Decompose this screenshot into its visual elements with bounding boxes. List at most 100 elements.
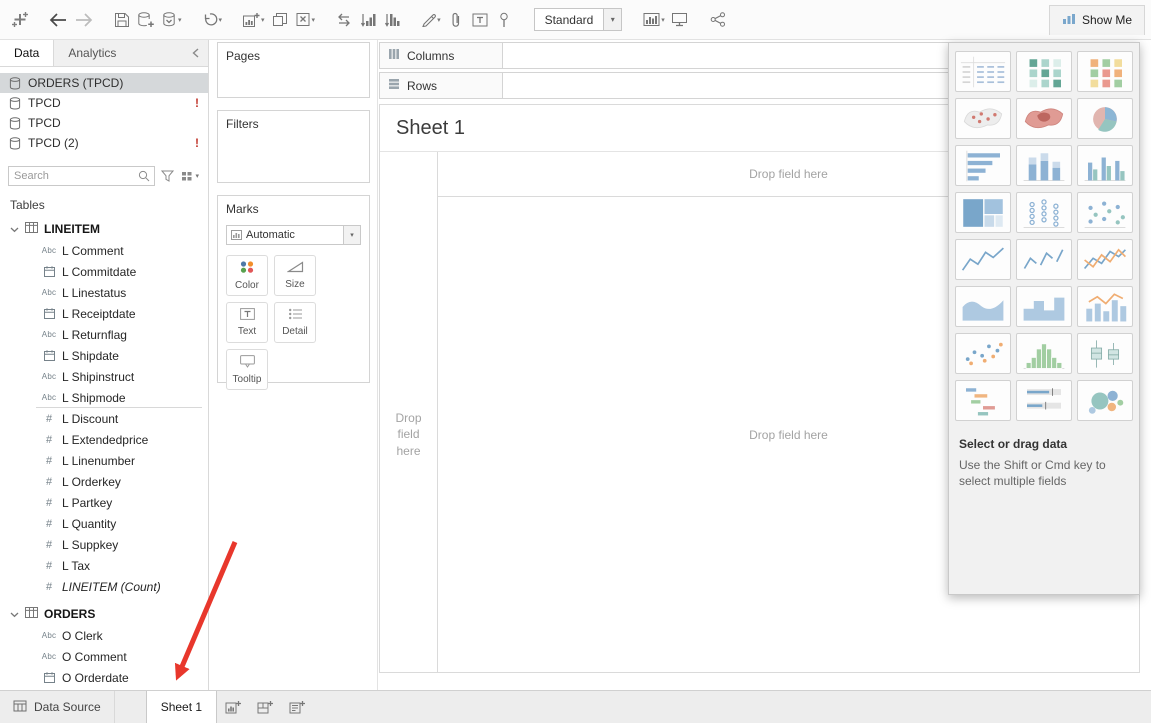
showme-bullet-graph[interactable] bbox=[1016, 380, 1072, 421]
tableau-logo-icon[interactable] bbox=[8, 6, 32, 34]
search-input[interactable] bbox=[8, 166, 155, 186]
field-label: L Shipinstruct bbox=[62, 370, 134, 384]
showme-filled-map[interactable] bbox=[1016, 98, 1072, 139]
pages-shelf[interactable]: Pages bbox=[217, 42, 370, 98]
field-item[interactable]: #L Orderkey bbox=[0, 471, 208, 492]
field-item[interactable]: L Commitdate bbox=[0, 261, 208, 282]
marks-size-button[interactable]: Size bbox=[274, 255, 316, 296]
field-item[interactable]: #L Discount bbox=[0, 408, 208, 429]
field-item[interactable]: #L Tax bbox=[0, 555, 208, 576]
table-group-header[interactable]: LINEITEM bbox=[0, 217, 208, 240]
marks-tooltip-button[interactable]: Tooltip bbox=[226, 349, 268, 390]
field-label: L Orderkey bbox=[62, 475, 121, 489]
field-item[interactable]: L Receiptdate bbox=[0, 303, 208, 324]
showme-dual-combination[interactable] bbox=[1077, 286, 1133, 327]
showme-circle-views[interactable] bbox=[1016, 192, 1072, 233]
showme-discrete-lines[interactable] bbox=[1016, 239, 1072, 280]
new-worksheet-button[interactable]: ▾ bbox=[239, 6, 268, 34]
sort-descending-button[interactable] bbox=[380, 6, 404, 34]
field-item[interactable]: AbcL Shipinstruct bbox=[0, 366, 208, 387]
marks-color-button[interactable]: Color bbox=[226, 255, 268, 296]
view-options-icon[interactable]: ▾ bbox=[180, 170, 200, 182]
field-item[interactable]: #L Extendedprice bbox=[0, 429, 208, 450]
field-item[interactable]: AbcL Comment bbox=[0, 240, 208, 261]
showme-continuous-area[interactable] bbox=[955, 286, 1011, 327]
fix-axes-button[interactable] bbox=[492, 6, 516, 34]
showme-symbol-map[interactable] bbox=[955, 98, 1011, 139]
collapse-pane-button[interactable] bbox=[183, 40, 208, 66]
presentation-mode-button[interactable] bbox=[668, 6, 692, 34]
showme-discrete-area[interactable] bbox=[1016, 286, 1072, 327]
abc-type-icon: Abc bbox=[36, 372, 62, 381]
show-hide-cards-button[interactable]: ▾ bbox=[640, 6, 668, 34]
showme-text-table[interactable] bbox=[955, 51, 1011, 92]
mark-type-dropdown[interactable]: Automatic ▾ bbox=[226, 225, 361, 245]
showme-side-by-side-bars[interactable] bbox=[1077, 145, 1133, 186]
save-button[interactable] bbox=[110, 6, 134, 34]
showme-gantt[interactable] bbox=[955, 380, 1011, 421]
field-item[interactable]: #L Partkey bbox=[0, 492, 208, 513]
datasource-item[interactable]: TPCD bbox=[0, 113, 208, 133]
show-mark-labels-button[interactable] bbox=[468, 6, 492, 34]
showme-packed-bubbles[interactable] bbox=[1077, 380, 1133, 421]
marks-detail-button[interactable]: Detail bbox=[274, 302, 316, 343]
highlight-button[interactable]: ▾ bbox=[418, 6, 444, 34]
datasource-item[interactable]: TPCD (2)! bbox=[0, 133, 208, 153]
showme-histogram[interactable] bbox=[1016, 333, 1072, 374]
showme-heat-map[interactable] bbox=[1016, 51, 1072, 92]
duplicate-sheet-button[interactable] bbox=[268, 6, 292, 34]
swap-rows-columns-button[interactable] bbox=[332, 6, 356, 34]
showme-stacked-bars[interactable] bbox=[1016, 145, 1072, 186]
show-me-button[interactable]: Show Me bbox=[1049, 5, 1145, 35]
undo-history-button[interactable]: ▾ bbox=[199, 6, 226, 34]
datasource-item[interactable]: TPCD! bbox=[0, 93, 208, 113]
showme-scatter-plot[interactable] bbox=[955, 333, 1011, 374]
new-data-source-button[interactable] bbox=[134, 6, 158, 34]
field-item[interactable]: #L Suppkey bbox=[0, 534, 208, 555]
data-source-tab[interactable]: Data Source bbox=[0, 691, 115, 723]
chevron-down-icon bbox=[10, 607, 19, 621]
marks-text-button[interactable]: Text bbox=[226, 302, 268, 343]
marks-card: Marks Automatic ▾ ColorSizeTextDetailToo… bbox=[217, 195, 370, 383]
group-members-button[interactable] bbox=[444, 6, 468, 34]
field-item[interactable]: AbcL Returnflag bbox=[0, 324, 208, 345]
search-field[interactable] bbox=[9, 170, 137, 182]
tab-data[interactable]: Data bbox=[0, 40, 54, 66]
showme-treemap[interactable] bbox=[955, 192, 1011, 233]
left-drop-zone[interactable]: Drop field here bbox=[380, 197, 438, 672]
clear-sheet-button[interactable]: ▾ bbox=[292, 6, 319, 34]
showme-dual-lines[interactable] bbox=[1077, 239, 1133, 280]
field-item[interactable]: AbcO Clerk bbox=[0, 625, 208, 646]
filter-fields-icon[interactable] bbox=[160, 170, 175, 182]
showme-horizontal-bars[interactable] bbox=[955, 145, 1011, 186]
datasource-item[interactable]: ORDERS (TPCD) bbox=[0, 73, 208, 93]
showme-side-by-side-circles[interactable] bbox=[1077, 192, 1133, 233]
refresh-data-source-button[interactable]: ▾ bbox=[158, 6, 185, 34]
field-item[interactable]: AbcO Comment bbox=[0, 646, 208, 667]
back-button[interactable] bbox=[46, 6, 71, 34]
field-item[interactable]: L Shipdate bbox=[0, 345, 208, 366]
filters-shelf[interactable]: Filters bbox=[217, 110, 370, 183]
field-item[interactable]: #L Linenumber bbox=[0, 450, 208, 471]
showme-pie-chart[interactable] bbox=[1077, 98, 1133, 139]
new-story-tab-button[interactable] bbox=[281, 691, 313, 723]
field-item[interactable]: #L Quantity bbox=[0, 513, 208, 534]
tab-analytics[interactable]: Analytics bbox=[54, 40, 130, 66]
new-dashboard-tab-button[interactable] bbox=[249, 691, 281, 723]
field-label: L Extendedprice bbox=[62, 433, 148, 447]
sort-ascending-button[interactable] bbox=[356, 6, 380, 34]
showme-continuous-lines[interactable] bbox=[955, 239, 1011, 280]
fit-dropdown[interactable]: Standard ▾ bbox=[534, 8, 623, 31]
share-workbook-button[interactable] bbox=[706, 6, 730, 34]
table-group-header[interactable]: ORDERS bbox=[0, 602, 208, 625]
forward-button[interactable] bbox=[71, 6, 96, 34]
new-worksheet-tab-button[interactable] bbox=[217, 691, 249, 723]
sheet-1-tab[interactable]: Sheet 1 bbox=[146, 691, 217, 723]
field-label: O Clerk bbox=[62, 629, 103, 643]
field-item[interactable]: #LINEITEM (Count) bbox=[0, 576, 208, 597]
showme-highlight-table[interactable] bbox=[1077, 51, 1133, 92]
field-item[interactable]: O Orderdate bbox=[0, 667, 208, 688]
field-item[interactable]: AbcL Linestatus bbox=[0, 282, 208, 303]
showme-box-and-whisker[interactable] bbox=[1077, 333, 1133, 374]
field-item[interactable]: AbcL Shipmode bbox=[0, 387, 208, 408]
